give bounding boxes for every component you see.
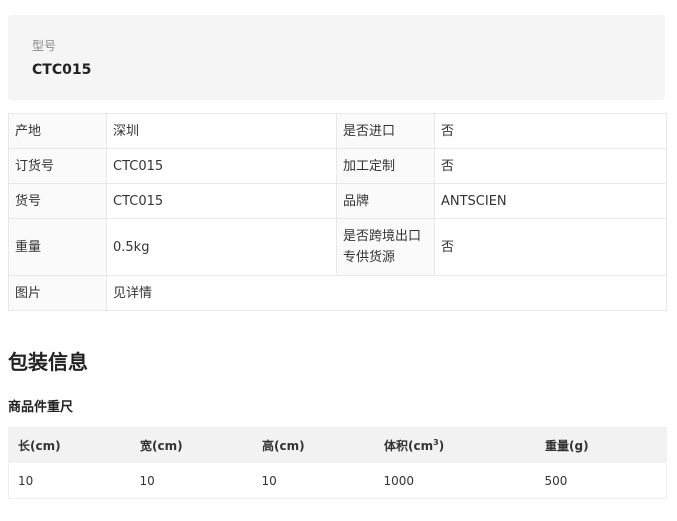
table-row: 订货号 CTC015 加工定制 否 xyxy=(8,148,667,184)
attr-value: CTC015 xyxy=(106,183,337,219)
attr-value: CTC015 xyxy=(106,148,337,184)
table-row: 重量 0.5kg 是否跨境出口 专供货源 否 xyxy=(8,218,667,276)
attr-key-line: 是否跨境出口 xyxy=(343,229,422,244)
attributes-table: 产地 深圳 是否进口 否 订货号 CTC015 加工定制 否 货号 CTC015… xyxy=(8,113,667,311)
table-row: 产地 深圳 是否进口 否 xyxy=(8,113,667,149)
attr-value: 否 xyxy=(434,218,667,276)
attr-key: 产地 xyxy=(8,113,107,149)
attr-key-line: 专供货源 xyxy=(343,250,396,265)
column-header-height: 高(cm) xyxy=(252,427,375,463)
table-row: 图片 见详情 xyxy=(8,275,667,311)
attr-key: 品牌 xyxy=(336,183,435,219)
model-card: 型号 CTC015 xyxy=(8,15,665,100)
table-header-row: 长(cm) 宽(cm) 高(cm) 体积(cm3) 重量(g) xyxy=(8,427,667,463)
packaging-title: 包装信息 xyxy=(8,350,88,374)
column-header-width: 宽(cm) xyxy=(130,427,253,463)
column-header-weight: 重量(g) xyxy=(535,427,667,463)
model-label: 型号 xyxy=(32,39,57,53)
attr-value: 见详情 xyxy=(106,275,667,311)
attr-key: 图片 xyxy=(8,275,107,311)
column-header-volume: 体积(cm3) xyxy=(374,427,536,463)
attr-key: 订货号 xyxy=(8,148,107,184)
column-header-length: 长(cm) xyxy=(8,427,131,463)
model-value: CTC015 xyxy=(32,62,92,78)
attr-value: 深圳 xyxy=(106,113,337,149)
attr-key: 重量 xyxy=(8,218,107,276)
attr-value: 否 xyxy=(434,113,667,149)
cell-volume: 1000 xyxy=(374,462,536,499)
cell-weight: 500 xyxy=(535,462,667,499)
attr-key: 加工定制 xyxy=(336,148,435,184)
attr-value: ANTSCIEN xyxy=(434,183,667,219)
cell-width: 10 xyxy=(130,462,253,499)
packaging-table: 长(cm) 宽(cm) 高(cm) 体积(cm3) 重量(g) 10 10 10… xyxy=(8,427,667,499)
table-row: 货号 CTC015 品牌 ANTSCIEN xyxy=(8,183,667,219)
packaging-subtitle: 商品件重尺 xyxy=(8,400,74,415)
attr-key: 是否跨境出口 专供货源 xyxy=(336,218,435,276)
cell-length: 10 xyxy=(8,462,131,499)
cell-height: 10 xyxy=(252,462,375,499)
table-row: 10 10 10 1000 500 xyxy=(8,462,667,499)
attr-key: 货号 xyxy=(8,183,107,219)
attr-value: 0.5kg xyxy=(106,218,337,276)
attr-key: 是否进口 xyxy=(336,113,435,149)
attr-value: 否 xyxy=(434,148,667,184)
